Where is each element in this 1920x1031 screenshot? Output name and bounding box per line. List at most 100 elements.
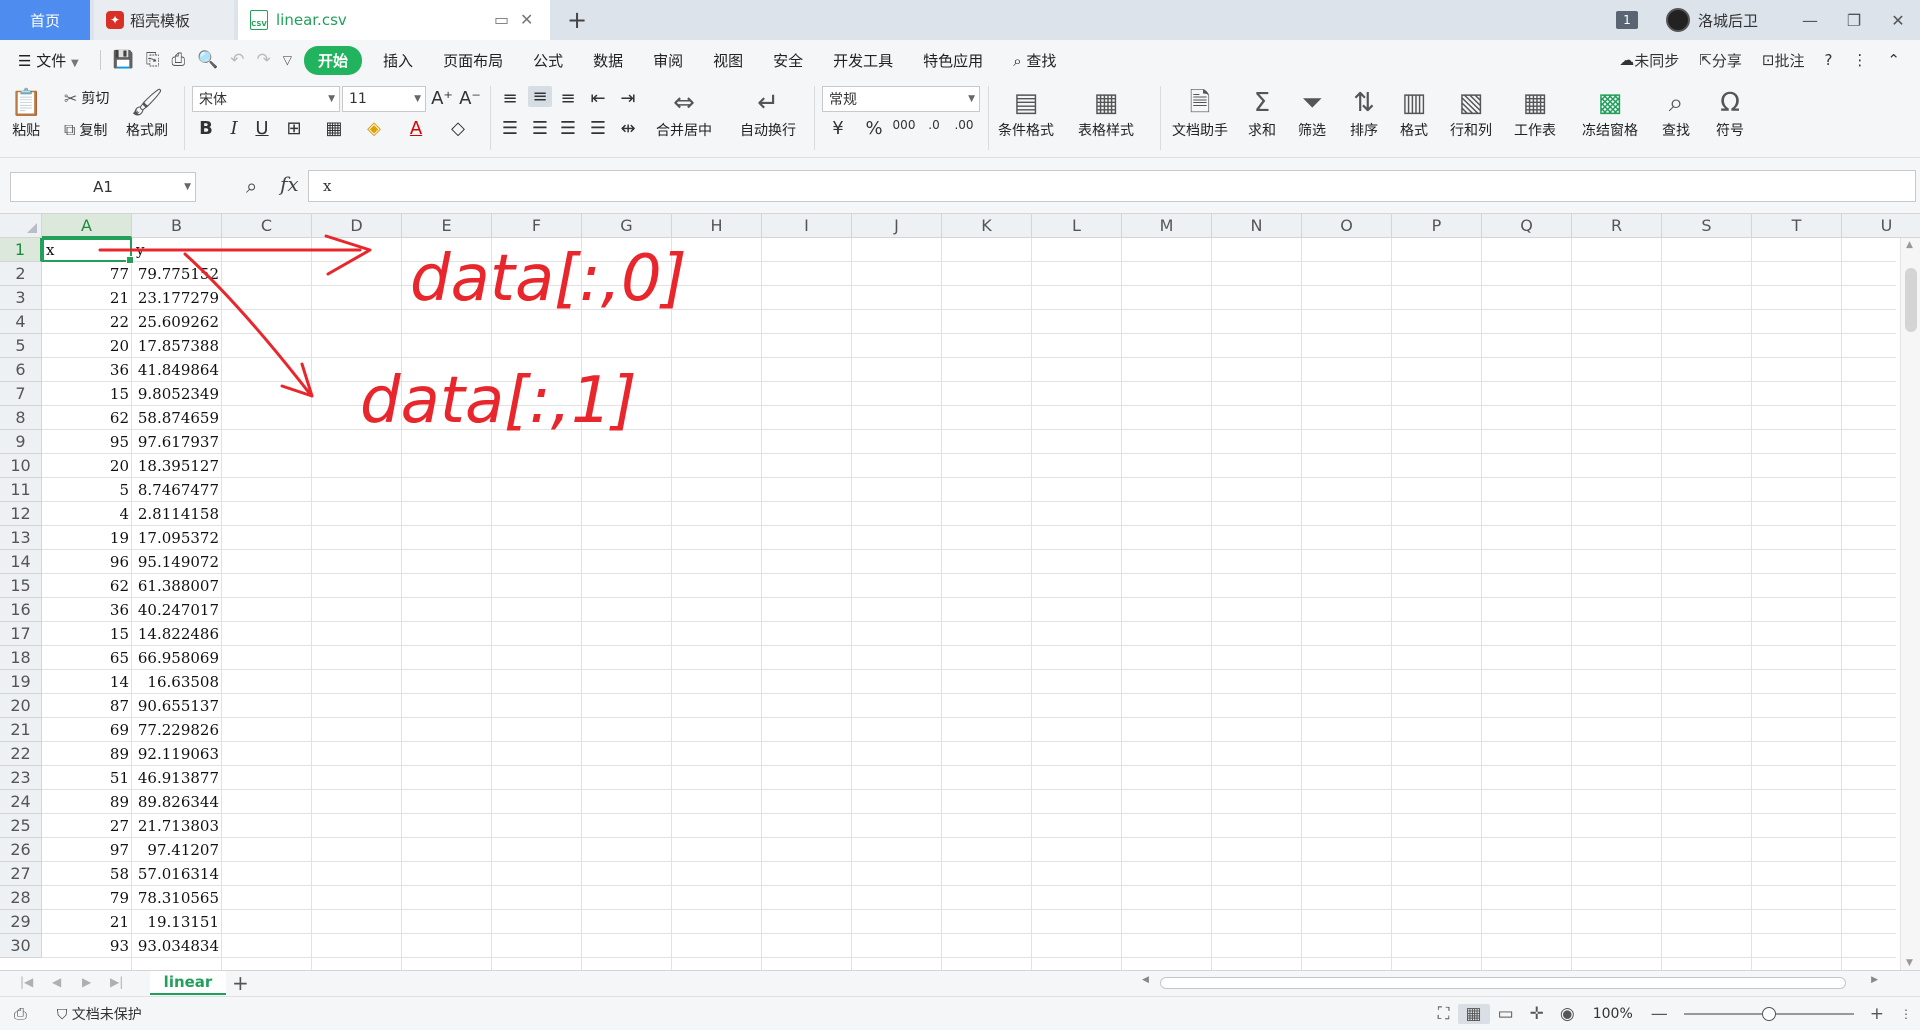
cell[interactable]: 77.229826 — [132, 718, 222, 742]
print-icon[interactable]: ⎙ — [166, 50, 192, 70]
menu-tab-home[interactable]: 开始 — [304, 45, 363, 75]
font-name-select[interactable]: 宋体 ▼ — [192, 86, 340, 112]
row-header[interactable]: 23 — [0, 766, 42, 790]
indent-decrease-icon[interactable]: ⇤ — [586, 88, 610, 109]
underline-icon[interactable]: U — [250, 118, 274, 139]
cell[interactable]: 97.41207 — [132, 838, 222, 862]
align-middle-icon[interactable]: ≡ — [528, 86, 552, 107]
column-header-s[interactable]: S — [1662, 214, 1752, 238]
scroll-left-icon[interactable]: ◀ — [1142, 975, 1149, 985]
user-name[interactable]: 洛城后卫 — [1698, 10, 1758, 31]
align-bottom-icon[interactable]: ≡ — [556, 88, 580, 109]
increase-decimal-icon[interactable]: .0 — [922, 118, 946, 132]
cell[interactable]: 23.177279 — [132, 286, 222, 310]
zoom-formula-icon[interactable]: ⌕ — [246, 174, 257, 198]
row-header[interactable]: 4 — [0, 310, 42, 334]
cell[interactable]: 21.713803 — [132, 814, 222, 838]
column-header-f[interactable]: F — [492, 214, 582, 238]
horizontal-scroll-thumb[interactable] — [1160, 977, 1846, 989]
zoom-out-icon[interactable]: — — [1643, 1004, 1676, 1024]
row-header[interactable]: 2 — [0, 262, 42, 286]
cell[interactable]: 93.034834 — [132, 934, 222, 958]
cell[interactable]: 20 — [42, 454, 132, 478]
export-icon[interactable]: ⎘ — [140, 50, 166, 70]
more-icon[interactable]: ⋮ — [1842, 51, 1877, 69]
cell[interactable]: 4 — [42, 502, 132, 526]
sum-button[interactable]: Σ 求和 — [1248, 86, 1276, 140]
row-header[interactable]: 11 — [0, 478, 42, 502]
cell[interactable]: 2.8114158 — [132, 502, 222, 526]
cell[interactable]: 8.7467477 — [132, 478, 222, 502]
column-header-e[interactable]: E — [402, 214, 492, 238]
macro-icon[interactable]: ⎙ — [14, 1004, 27, 1024]
row-header[interactable]: 8 — [0, 406, 42, 430]
vertical-scroll-thumb[interactable] — [1905, 268, 1917, 332]
cell[interactable]: 9.8052349 — [132, 382, 222, 406]
cell[interactable]: 15 — [42, 382, 132, 406]
cell-style-icon[interactable]: ▦ — [322, 118, 346, 139]
column-header-t[interactable]: T — [1752, 214, 1842, 238]
clear-icon[interactable]: ◇ — [446, 118, 470, 139]
cell[interactable]: 57.016314 — [132, 862, 222, 886]
cell-area[interactable]: x y 77 79.775152 21 23.177279 22 25.609262 20 17.… — [42, 238, 1896, 970]
cell[interactable]: 95.149072 — [132, 550, 222, 574]
row-header[interactable]: 10 — [0, 454, 42, 478]
share-button[interactable]: ⇱ 分享 — [1689, 50, 1752, 71]
comment-button[interactable]: ⊡ 批注 — [1752, 50, 1815, 71]
border-icon[interactable]: ⊞ — [282, 118, 306, 139]
paste-button[interactable]: 📋 粘贴 — [10, 86, 42, 140]
file-menu[interactable]: ☰ 文件 ▼ — [0, 50, 94, 71]
cell[interactable]: 95 — [42, 430, 132, 454]
table-style-button[interactable]: ▦ 表格样式 — [1078, 86, 1134, 140]
sheet-tab-linear[interactable]: linear — [150, 971, 226, 995]
doc-helper-button[interactable]: 🗎 文档助手 — [1172, 86, 1228, 140]
row-header[interactable]: 28 — [0, 886, 42, 910]
cell[interactable]: 92.119063 — [132, 742, 222, 766]
row-header[interactable]: 13 — [0, 526, 42, 550]
cell[interactable]: 89.826344 — [132, 790, 222, 814]
cell[interactable]: 5 — [42, 478, 132, 502]
menu-tab-insert[interactable]: 插入 — [368, 50, 428, 71]
format-button[interactable]: ▥ 格式 — [1400, 86, 1428, 140]
add-sheet-icon[interactable]: + — [232, 971, 249, 995]
cell[interactable]: 65 — [42, 646, 132, 670]
cell[interactable]: 18.395127 — [132, 454, 222, 478]
column-header-o[interactable]: O — [1302, 214, 1392, 238]
row-header[interactable]: 14 — [0, 550, 42, 574]
page-break-view-icon[interactable]: ▭ — [1490, 1004, 1522, 1024]
cell[interactable]: 90.655137 — [132, 694, 222, 718]
menu-tab-security[interactable]: 安全 — [758, 50, 818, 71]
number-format-select[interactable]: 常规 ▼ — [822, 86, 980, 112]
cell[interactable]: x — [42, 238, 132, 262]
menu-tab-review[interactable]: 审阅 — [638, 50, 698, 71]
fullscreen-icon[interactable]: ⛶ — [1430, 1004, 1458, 1024]
tab-template[interactable]: ✦ 稻壳模板 — [94, 0, 234, 40]
cell[interactable]: 89 — [42, 790, 132, 814]
thousands-icon[interactable]: 000 — [892, 118, 916, 132]
column-header-h[interactable]: H — [672, 214, 762, 238]
cell[interactable]: 78.310565 — [132, 886, 222, 910]
filter-button[interactable]: ⏷ 筛选 — [1298, 86, 1326, 140]
new-tab-button[interactable]: + — [562, 0, 592, 40]
justify-icon[interactable]: ☰ — [586, 118, 610, 139]
next-sheet-icon[interactable]: ▶ — [82, 975, 91, 989]
cell[interactable]: 77 — [42, 262, 132, 286]
worksheet-button[interactable]: ▦ 工作表 — [1514, 86, 1556, 140]
sync-button[interactable]: ☁ 未同步 — [1609, 50, 1689, 71]
function-icon[interactable]: fx — [280, 172, 299, 196]
column-header-n[interactable]: N — [1212, 214, 1302, 238]
column-header-j[interactable]: J — [852, 214, 942, 238]
italic-icon[interactable]: I — [222, 118, 246, 139]
eye-protection-icon[interactable]: ◉ — [1552, 1004, 1583, 1024]
rows-cols-button[interactable]: ▧ 行和列 — [1450, 86, 1492, 140]
tab-home[interactable]: 首页 — [0, 0, 90, 40]
scroll-right-icon[interactable]: ▶ — [1871, 975, 1878, 985]
cell[interactable]: 14.822486 — [132, 622, 222, 646]
help-icon[interactable]: ? — [1814, 51, 1842, 69]
row-header[interactable]: 1 — [0, 238, 42, 262]
align-right-icon[interactable]: ☰ — [556, 118, 580, 139]
row-header[interactable]: 16 — [0, 598, 42, 622]
cell[interactable]: 61.388007 — [132, 574, 222, 598]
wrap-text-button[interactable]: ↵ 自动换行 — [740, 86, 796, 140]
row-header[interactable]: 12 — [0, 502, 42, 526]
